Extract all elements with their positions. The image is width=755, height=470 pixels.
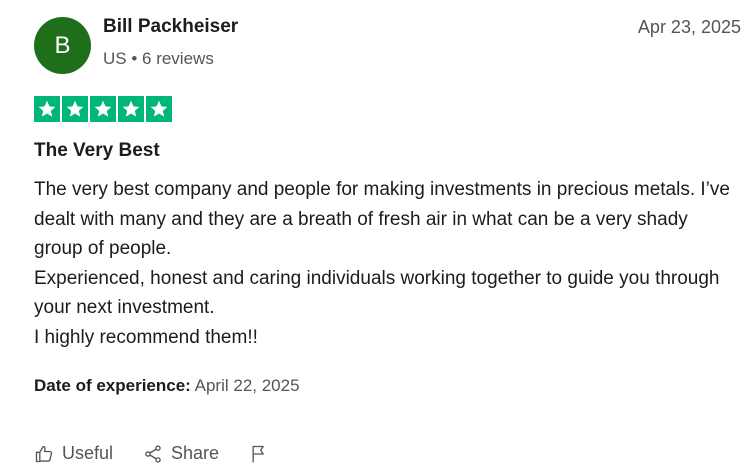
thumbs-up-icon [35, 445, 53, 462]
star-icon [34, 96, 60, 122]
star-icon [62, 96, 88, 122]
date-of-experience: Date of experience: April 22, 2025 [34, 376, 300, 396]
experience-date: April 22, 2025 [194, 376, 300, 395]
useful-label: Useful [62, 443, 114, 463]
review-actions: Useful Share [34, 443, 307, 464]
reviewer-name[interactable]: Bill Packheiser [103, 16, 238, 38]
share-label: Share [171, 443, 220, 463]
avatar: B [34, 17, 91, 74]
review-title[interactable]: The Very Best [34, 140, 160, 162]
star-rating [34, 96, 172, 122]
star-icon [90, 96, 116, 122]
star-icon [146, 96, 172, 122]
experience-label: Date of experience: [34, 376, 191, 395]
review-body-line: Experienced, honest and caring individua… [34, 267, 720, 319]
flag-icon [252, 445, 264, 462]
star-icon [118, 96, 144, 122]
review-body-line: The very best company and people for mak… [34, 179, 730, 259]
share-button[interactable]: Share [143, 443, 219, 464]
reviewer-meta: US • 6 reviews [103, 49, 214, 68]
review-body-line: I highly recommend them!! [34, 326, 258, 348]
review-body: The very best company and people for mak… [34, 175, 739, 352]
share-icon [145, 444, 161, 463]
useful-button[interactable]: Useful [34, 443, 113, 464]
review-date: Apr 23, 2025 [637, 17, 741, 37]
report-button[interactable] [249, 444, 277, 464]
